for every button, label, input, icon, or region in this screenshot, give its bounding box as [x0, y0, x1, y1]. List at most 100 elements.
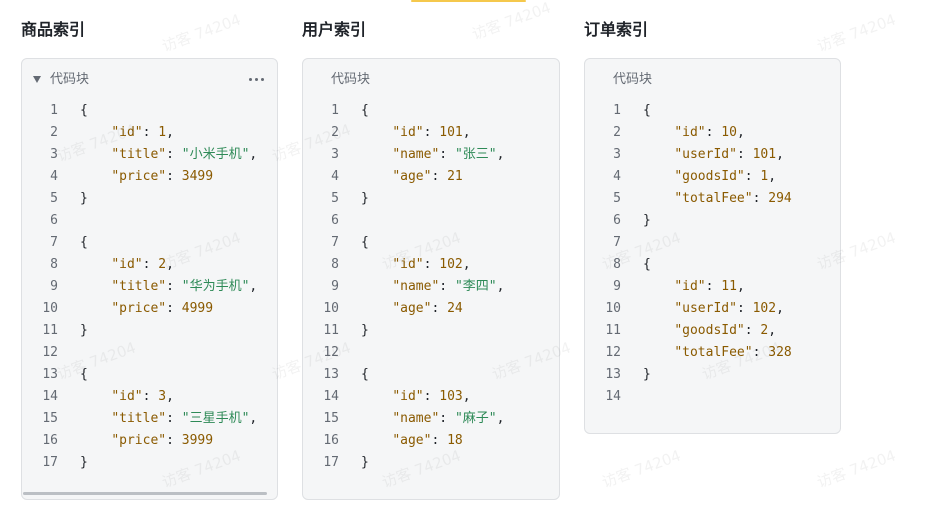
code-token: "id": [111, 125, 143, 140]
code-text: "goodsId": 1,: [643, 166, 776, 188]
code-token: :: [431, 169, 448, 184]
code-token: "price": [111, 301, 167, 316]
code-token: ,: [462, 389, 471, 404]
code-line: 14: [585, 386, 840, 408]
code-token: ,: [768, 323, 777, 338]
code-line: 8 "id": 2,: [22, 254, 277, 276]
code-token: "age": [392, 301, 432, 316]
line-number: 13: [323, 367, 339, 382]
line-number: 2: [613, 125, 621, 140]
code-token: ,: [776, 301, 784, 316]
watermark-text: 访客 74204: [814, 446, 899, 492]
line-number: 3: [613, 147, 621, 162]
code-token: {: [361, 235, 369, 250]
code-line: 10 "userId": 102,: [585, 298, 840, 320]
code-token: 328: [768, 345, 792, 360]
line-number: 7: [331, 235, 339, 250]
line-number: 7: [613, 235, 621, 250]
code-token: 103: [439, 389, 463, 404]
code-token: :: [439, 279, 455, 294]
code-text: "goodsId": 2,: [643, 320, 776, 342]
code-line: 16 "price": 3999: [22, 430, 277, 452]
code-text: {: [643, 100, 651, 122]
code-token: :: [439, 411, 455, 426]
more-options-icon[interactable]: [249, 78, 265, 82]
code-lines[interactable]: 1{2 "id": 1, 3 "title": "小米手机", 4 "price":…: [22, 100, 277, 474]
code-line: 13}: [585, 364, 840, 386]
code-text: {: [361, 232, 369, 254]
code-token: :: [423, 389, 440, 404]
code-token: :: [142, 389, 159, 404]
code-lines[interactable]: 1{2 "id": 101, 3 "name": "张三", 4 "age": 21…: [303, 100, 559, 474]
code-text: "totalFee": 294: [643, 188, 792, 210]
code-token: :: [752, 345, 769, 360]
code-line: 5}: [303, 188, 559, 210]
collapse-triangle-icon[interactable]: [33, 76, 41, 83]
code-text: "price": 3499: [80, 166, 213, 188]
line-number: 17: [42, 455, 58, 470]
code-text: }: [643, 364, 651, 386]
code-token: ,: [166, 389, 174, 404]
line-number: 12: [323, 345, 339, 360]
line-number: 14: [323, 389, 339, 404]
watermark-text: 访客 74204: [159, 10, 244, 56]
code-token: ,: [249, 147, 258, 162]
code-token: :: [431, 301, 448, 316]
code-text: }: [80, 188, 88, 210]
code-lines[interactable]: 1{2 "id": 10, 3 "userId": 101, 4 "goodsId"…: [585, 100, 840, 408]
line-number: 11: [605, 323, 621, 338]
code-text: "id": 2,: [80, 254, 174, 276]
code-line: 11 "goodsId": 2,: [585, 320, 840, 342]
code-token: 101: [752, 147, 777, 162]
code-line: 9 "title": "华为手机",: [22, 276, 277, 298]
code-token: 24: [447, 301, 463, 316]
code-text: }: [80, 452, 88, 474]
line-number: 9: [50, 279, 58, 294]
line-number: 5: [50, 191, 58, 206]
code-text: "age": 24: [361, 298, 463, 320]
line-number: 12: [42, 345, 58, 360]
code-token: "id": [674, 125, 706, 140]
line-number: 1: [331, 103, 339, 118]
section-title-orders-index: 订单索引: [584, 20, 649, 39]
line-number: 1: [50, 103, 58, 118]
horizontal-scrollbar[interactable]: [23, 492, 267, 495]
line-number: 10: [42, 301, 58, 316]
code-text: "id": 101,: [361, 122, 470, 144]
code-token: "age": [392, 169, 432, 184]
code-line: 7{: [22, 232, 277, 254]
line-number: 9: [331, 279, 339, 294]
code-token: {: [361, 103, 369, 118]
code-token: 11: [721, 279, 737, 294]
line-number: 2: [50, 125, 58, 140]
code-token: "userId": [674, 147, 737, 162]
code-line: 2 "id": 10,: [585, 122, 840, 144]
code-token: 294: [768, 191, 792, 206]
code-token: {: [80, 235, 88, 250]
code-token: :: [744, 169, 761, 184]
code-block-header: 代码块: [22, 69, 277, 91]
code-line: 1{: [303, 100, 559, 122]
code-text: {: [80, 232, 88, 254]
line-number: 16: [42, 433, 58, 448]
code-token: 10: [721, 125, 737, 140]
code-token: "三星手机": [181, 411, 250, 426]
code-text: "name": "张三",: [361, 144, 504, 166]
code-block-label: 代码块: [613, 72, 653, 87]
code-line: 7: [585, 232, 840, 254]
code-token: }: [643, 213, 651, 228]
code-line: 3 "title": "小米手机",: [22, 144, 277, 166]
code-token: }: [80, 455, 88, 470]
code-token: }: [361, 191, 369, 206]
code-text: }: [361, 452, 369, 474]
code-token: :: [431, 433, 448, 448]
